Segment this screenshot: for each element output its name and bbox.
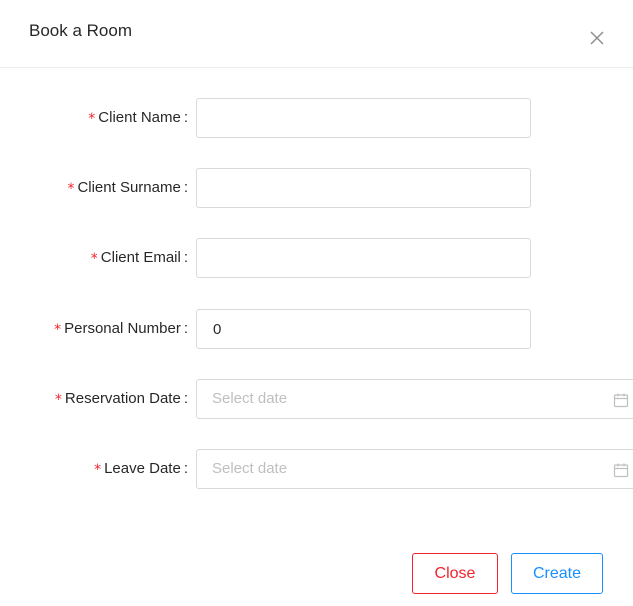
book-room-modal: Book a Room * Client Name: * Client Surnam… — [0, 0, 633, 606]
client-surname-input[interactable] — [196, 168, 531, 208]
label-colon: : — [183, 179, 188, 196]
modal-title: Book a Room — [29, 21, 132, 40]
label-text: Client Surname — [77, 179, 181, 196]
client-name-input[interactable] — [196, 98, 531, 138]
reservation-date-placeholder: Select date — [212, 390, 288, 407]
label-colon: : — [183, 109, 188, 126]
label-colon: : — [183, 320, 188, 337]
client-name-row: * Client Name: — [0, 98, 633, 138]
client-email-label: * Client Email: — [91, 238, 188, 278]
label-text: Client Name — [98, 109, 181, 126]
close-icon[interactable] — [586, 27, 608, 49]
personal-number-label: * Personal Number: — [54, 309, 188, 349]
label-text: Client Email — [100, 249, 181, 266]
required-mark: * — [94, 462, 102, 478]
required-mark: * — [67, 181, 75, 197]
client-name-label: * Client Name: — [88, 98, 188, 138]
label-colon: : — [183, 390, 188, 407]
required-mark: * — [88, 111, 96, 127]
modal-header: Book a Room — [0, 0, 633, 68]
client-surname-row: * Client Surname: — [0, 168, 633, 208]
leave-date-row: * Leave Date: Select date — [0, 449, 633, 489]
client-surname-label: * Client Surname: — [67, 168, 188, 208]
required-mark: * — [54, 322, 62, 338]
close-button[interactable]: Close — [412, 553, 498, 594]
create-button[interactable]: Create — [511, 553, 603, 594]
reservation-date-picker[interactable]: Select date — [196, 379, 633, 419]
calendar-icon[interactable] — [613, 462, 629, 478]
leave-date-picker[interactable]: Select date — [196, 449, 633, 489]
personal-number-input[interactable] — [196, 309, 531, 349]
required-mark: * — [54, 392, 62, 408]
label-text: Leave Date — [104, 460, 181, 477]
leave-date-label: * Leave Date: — [94, 449, 188, 489]
reservation-date-row: * Reservation Date: Select date — [0, 379, 633, 419]
label-text: Reservation Date — [64, 390, 181, 407]
calendar-icon[interactable] — [613, 392, 629, 408]
personal-number-row: * Personal Number: — [0, 309, 633, 349]
reservation-date-label: * Reservation Date: — [55, 379, 188, 419]
label-colon: : — [183, 460, 188, 477]
leave-date-placeholder: Select date — [212, 460, 288, 477]
label-colon: : — [183, 249, 188, 266]
required-mark: * — [90, 251, 98, 267]
client-email-row: * Client Email: — [0, 238, 633, 278]
label-text: Personal Number — [64, 320, 181, 337]
client-email-input[interactable] — [196, 238, 531, 278]
